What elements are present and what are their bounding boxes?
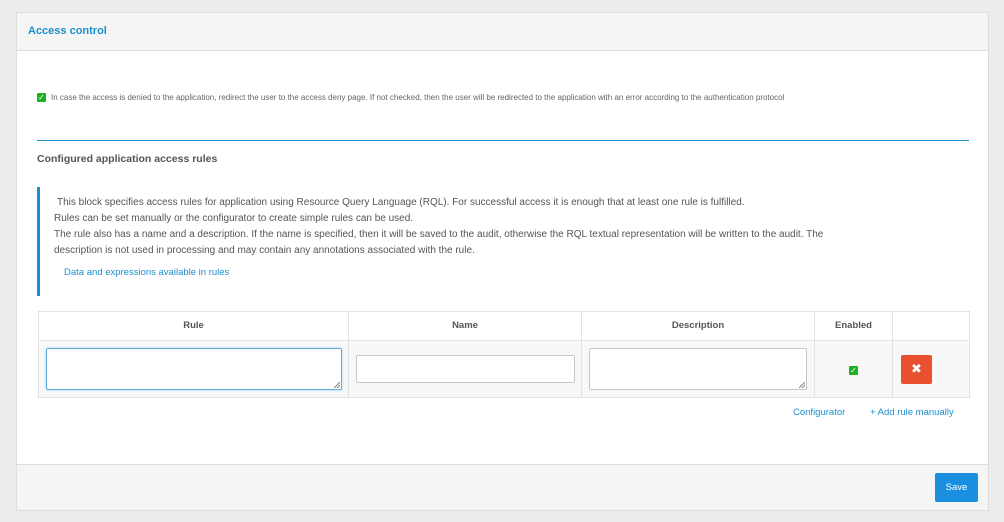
info-line: Rules can be set manually or the configu… [54,213,414,224]
add-rule-link[interactable]: + Add rule manually [870,407,954,418]
resize-grip-icon[interactable] [799,382,805,388]
panel-footer: Save [17,464,988,510]
redirect-label: In case the access is denied to the appl… [51,93,785,102]
delete-rule-button[interactable]: ✖ [901,355,932,384]
rules-table: Rule Name Description Enabled ✓ ✖ [38,311,970,398]
access-control-panel: Access control ✓ In case the access is d… [16,12,989,511]
rules-section-heading: Configured application access rules [37,153,218,165]
info-line: description is not used in processing an… [54,245,475,256]
rules-info-block: This block specifies access rules for ap… [37,187,969,296]
column-header-description: Description [582,312,815,340]
enabled-checkbox[interactable]: ✓ [849,366,858,375]
rules-data-link[interactable]: Data and expressions available in rules [64,267,229,278]
panel-title: Access control [28,25,107,37]
resize-grip-icon[interactable] [334,382,340,388]
description-textarea[interactable] [589,348,807,390]
redirect-checkbox[interactable]: ✓ [37,93,46,102]
actions-cell: ✖ [893,341,969,398]
table-row: ✓ ✖ [39,340,969,398]
column-header-actions [893,312,969,340]
description-cell [582,341,815,398]
section-divider [37,140,969,141]
column-header-name: Name [349,312,582,340]
name-input[interactable] [356,355,575,383]
info-line: This block specifies access rules for ap… [57,197,745,208]
column-header-enabled: Enabled [815,312,893,340]
save-button[interactable]: Save [935,473,978,502]
rule-textarea[interactable] [46,348,342,390]
panel-header: Access control [17,13,988,51]
name-cell [349,341,582,398]
redirect-option: ✓ In case the access is denied to the ap… [37,92,977,106]
close-icon: ✖ [911,362,922,377]
enabled-cell: ✓ [815,341,893,398]
configurator-link[interactable]: Configurator [793,407,845,418]
rule-cell [39,341,349,398]
info-line: The rule also has a name and a descripti… [54,229,824,240]
column-header-rule: Rule [39,312,349,340]
